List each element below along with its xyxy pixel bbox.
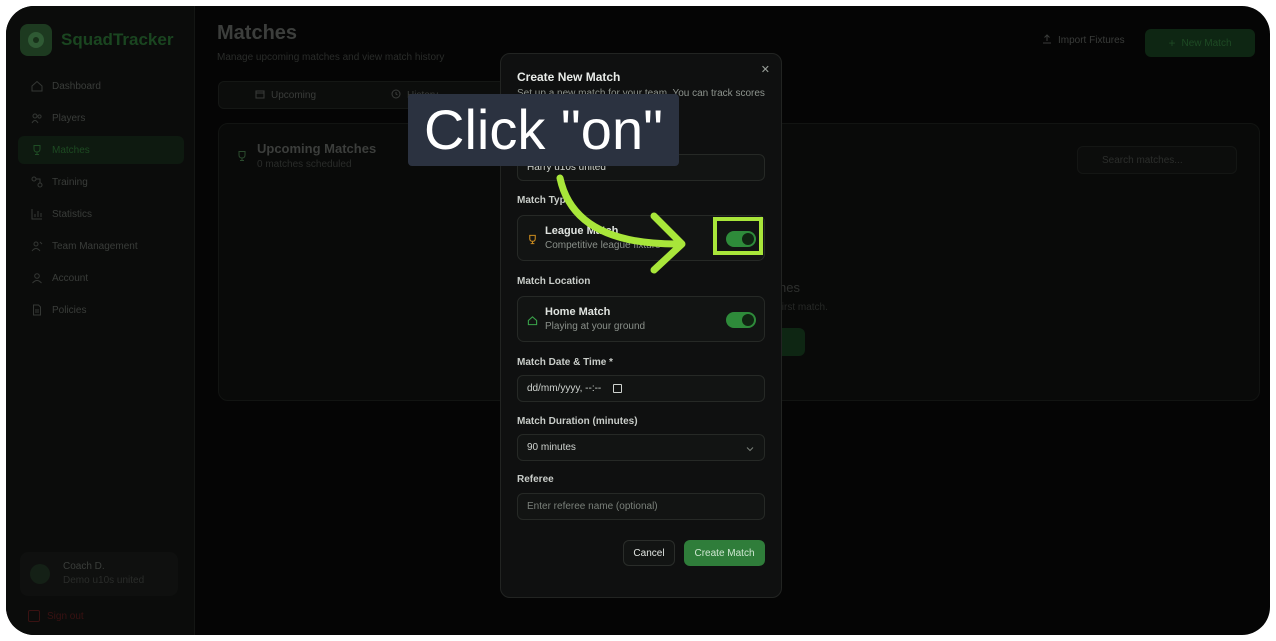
users-icon (31, 112, 43, 124)
new-match-label: New Match (1181, 37, 1232, 49)
trophy-icon (31, 144, 43, 156)
brand[interactable]: SquadTracker (20, 24, 173, 56)
empty-state-title: hes (779, 280, 800, 295)
sidebar: SquadTracker Dashboard Players Matches T… (6, 6, 195, 635)
close-icon[interactable]: ✕ (761, 63, 770, 76)
import-fixtures-label: Import Fixtures (1058, 35, 1125, 46)
sidebar-item-label: Team Management (52, 240, 138, 252)
cancel-button[interactable]: Cancel (623, 540, 675, 566)
new-match-button[interactable]: + New Match (1145, 29, 1255, 57)
location-title: Home Match (545, 306, 611, 318)
duration-select[interactable]: 90 minutes (517, 434, 765, 461)
trophy-icon (527, 232, 538, 250)
chart-icon (31, 208, 43, 220)
sidebar-item-label: Statistics (52, 208, 93, 220)
avatar (30, 564, 50, 584)
sidebar-item-label: Account (52, 272, 89, 284)
schedule-match-button[interactable] (779, 328, 805, 356)
duration-label: Match Duration (minutes) (517, 416, 638, 427)
user-name: Coach D. (63, 561, 105, 572)
page-subtitle: Manage upcoming matches and view match h… (217, 52, 445, 63)
location-label: Match Location (517, 276, 591, 287)
calendar-icon (613, 384, 623, 393)
referee-input[interactable]: Enter referee name (optional) (517, 493, 765, 520)
chevron-down-icon (746, 444, 754, 455)
search-input[interactable]: Search matches... (1077, 146, 1237, 174)
tab-upcoming[interactable]: Upcoming (255, 82, 316, 108)
datetime-field[interactable]: dd/mm/yyyy, --:-- (517, 375, 765, 402)
location-card: Home Match Playing at your ground (517, 296, 765, 342)
datetime-label: Match Date & Time * (517, 357, 613, 368)
arrow-icon (556, 174, 686, 274)
upload-icon (1042, 34, 1052, 47)
sidebar-item-training[interactable]: Training (18, 168, 184, 196)
card-subtitle: 0 matches scheduled (257, 159, 352, 170)
instruction-callout: Click "on" (408, 94, 679, 166)
trophy-icon (236, 149, 248, 167)
sign-out-button[interactable]: Sign out (28, 610, 84, 622)
referee-label: Referee (517, 474, 554, 485)
home-match-toggle[interactable] (726, 312, 756, 328)
history-icon (391, 89, 401, 102)
duration-value: 90 minutes (527, 442, 576, 453)
user-team: Demo u10s united (63, 575, 145, 586)
create-match-button[interactable]: Create Match (684, 540, 765, 566)
sidebar-item-label: Dashboard (52, 80, 101, 92)
sign-out-icon (28, 610, 40, 622)
user-icon (31, 272, 43, 284)
location-subtitle: Playing at your ground (545, 321, 646, 332)
dialog-title: Create New Match (517, 70, 621, 84)
sidebar-item-label: Training (52, 176, 88, 188)
sidebar-item-statistics[interactable]: Statistics (18, 200, 184, 228)
sidebar-item-label: Matches (52, 144, 90, 156)
home-icon (527, 313, 538, 331)
user-card[interactable]: Coach D. Demo u10s united (20, 552, 178, 596)
page-title: Matches (217, 22, 298, 44)
training-icon (31, 176, 43, 188)
document-icon (31, 304, 43, 316)
toggle-knob (742, 314, 754, 326)
sidebar-nav: Dashboard Players Matches Training Stati… (18, 72, 184, 328)
datetime-placeholder: dd/mm/yyyy, --:-- (527, 383, 602, 394)
toggle-highlight-box (713, 217, 763, 255)
sidebar-item-label: Policies (52, 304, 87, 316)
home-icon (31, 80, 43, 92)
import-fixtures-button[interactable]: Import Fixtures (1042, 34, 1125, 47)
sidebar-item-account[interactable]: Account (18, 264, 184, 292)
card-title: Upcoming Matches (257, 141, 377, 156)
sidebar-item-label: Players (52, 112, 86, 124)
plus-icon: + (1168, 36, 1176, 50)
app-frame: SquadTracker Dashboard Players Matches T… (6, 6, 1270, 635)
soccer-ball-icon (20, 24, 52, 56)
team-icon (31, 240, 43, 252)
brand-name: SquadTracker (61, 30, 174, 49)
sidebar-item-dashboard[interactable]: Dashboard (18, 72, 184, 100)
sidebar-item-team-management[interactable]: Team Management (18, 232, 184, 260)
empty-state-subtitle: first match. (779, 302, 828, 313)
sidebar-item-policies[interactable]: Policies (18, 296, 184, 324)
sign-out-label: Sign out (47, 610, 84, 622)
tab-label: Upcoming (271, 89, 317, 101)
calendar-icon (255, 89, 265, 102)
sidebar-item-matches[interactable]: Matches (18, 136, 184, 164)
sidebar-item-players[interactable]: Players (18, 104, 184, 132)
